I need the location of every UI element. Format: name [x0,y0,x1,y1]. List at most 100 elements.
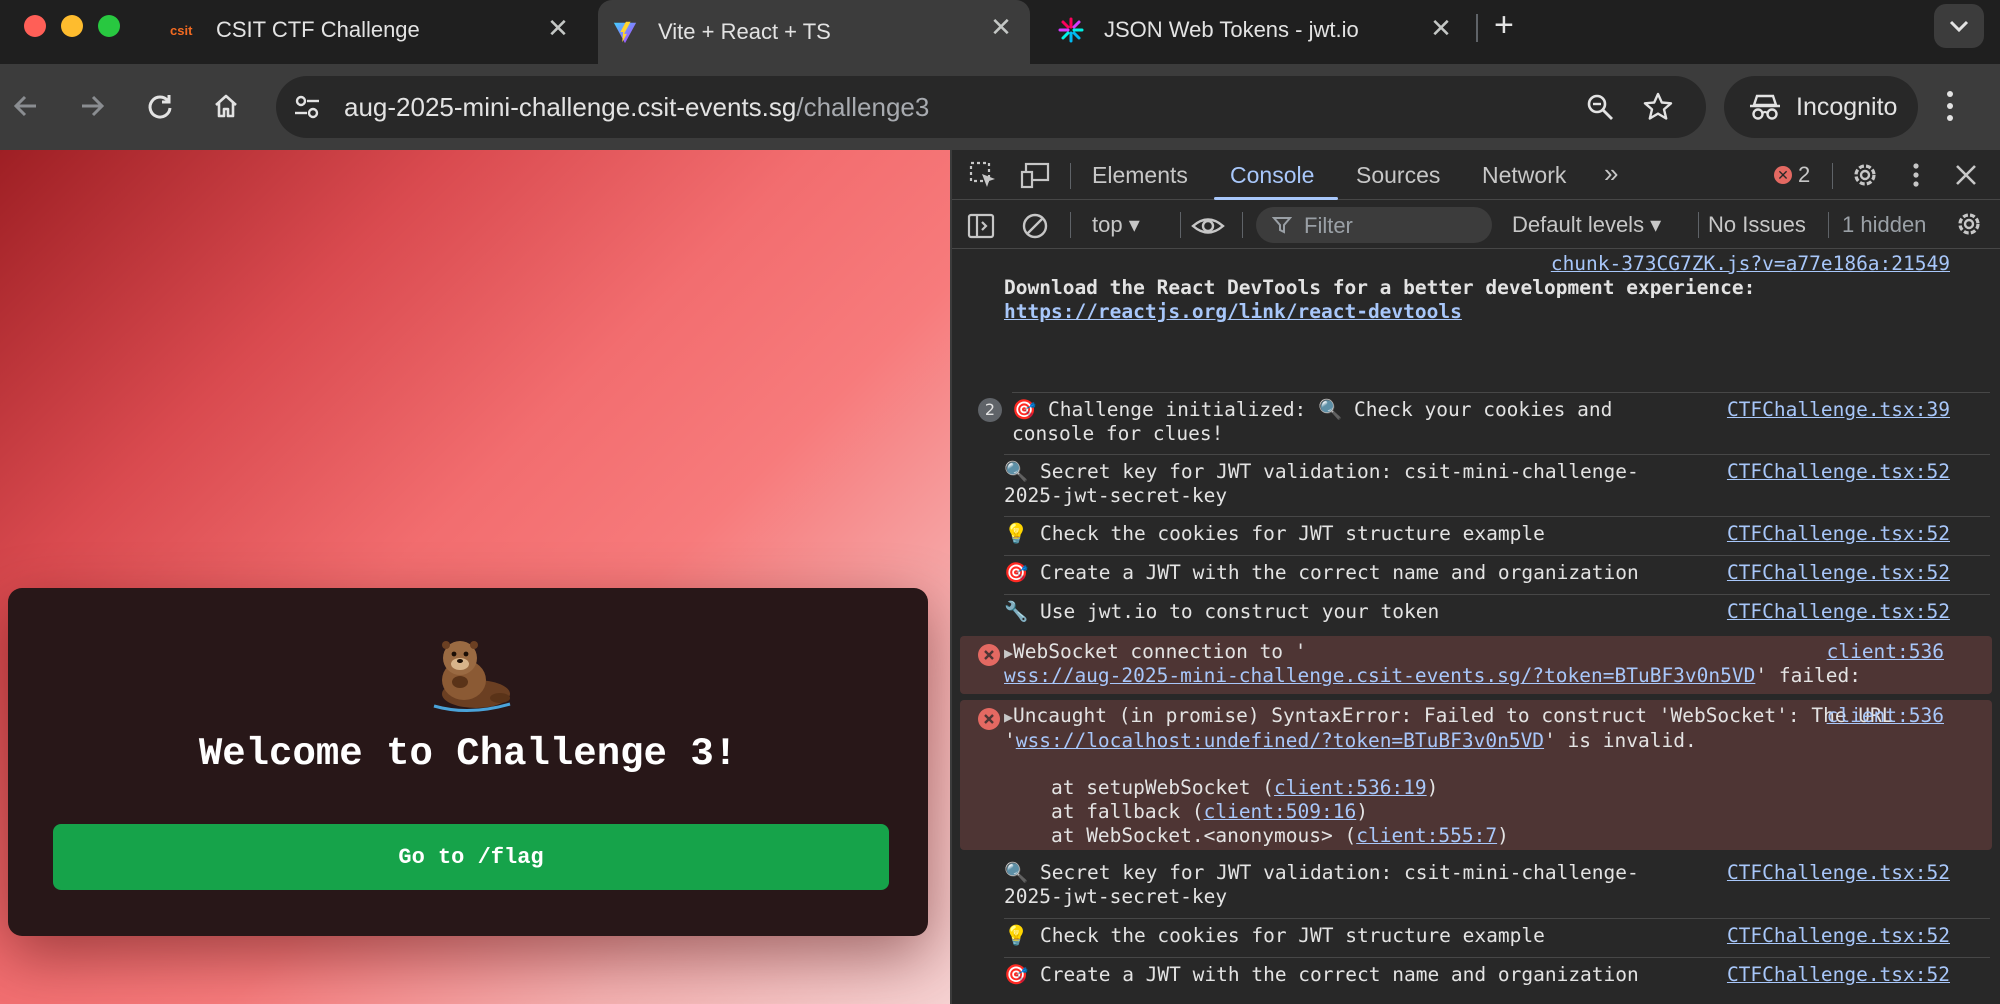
hidden-messages-count: 1 hidden [1842,212,1927,237]
url-text: aug-2025-mini-challenge.csit-events.sg/c… [344,92,930,122]
tab-network[interactable]: Network [1482,162,1566,189]
console-message: 💡 Check the cookies for JWT structure ex… [1004,516,1990,555]
tab-title: Vite + React + TS [658,19,831,44]
log-levels-dropdown[interactable]: Default levels ▾ [1512,212,1661,238]
error-icon [978,708,1000,730]
bookmark-star-icon[interactable] [1642,91,1674,128]
zoom-icon[interactable] [1585,92,1615,127]
arrow-left-icon [13,95,36,117]
console-filter-input[interactable]: Filter [1256,207,1492,243]
home-icon [215,94,237,118]
console-message: 🎯 Create a JWT with the correct name and… [1004,957,1990,996]
forward-button[interactable] [72,86,112,126]
console-message: chunk-373CG7ZK.js?v=a77e186a:21549 Downl… [1004,252,1950,323]
window-minimize-button[interactable] [61,15,83,37]
more-tabs-chevron-icon[interactable]: » [1604,158,1618,189]
more-vert-icon [1947,91,1953,121]
tab-close-icon[interactable]: ✕ [1426,13,1456,44]
page-title: Welcome to Challenge 3! [198,732,738,776]
websocket-url-link[interactable]: wss://aug-2025-mini-challenge.csit-event… [1004,664,1755,687]
tab-vite-react[interactable]: Vite + React + TS ✕ [598,0,1030,64]
go-to-flag-button[interactable]: Go to /flag [53,824,889,890]
challenge-card: Welcome to Challenge 3! Go to /flag [8,588,928,936]
source-link[interactable]: CTFChallenge.tsx:52 [1727,924,1950,948]
expand-triangle-icon[interactable]: ▶ [1004,705,1013,729]
otter-mascot-icon [424,636,514,714]
filter-funnel-icon [1272,217,1292,234]
console-toolbar: top ▾ Filter Default levels ▾ No Issues … [952,201,2000,249]
live-expression-eye-icon[interactable] [1190,211,1226,246]
tab-close-icon[interactable]: ✕ [986,12,1016,43]
site-settings-icon[interactable] [292,92,322,127]
reload-button[interactable] [140,86,180,126]
source-link[interactable]: CTFChallenge.tsx:52 [1727,561,1950,585]
active-tab-indicator [1214,197,1338,200]
source-link[interactable]: CTFChallenge.tsx:52 [1727,963,1950,987]
source-link[interactable]: CTFChallenge.tsx:39 [1727,398,1950,422]
context-selector[interactable]: top ▾ [1092,212,1140,238]
new-tab-button[interactable]: + [1494,6,1514,45]
device-toolbar-icon[interactable] [1020,160,1052,195]
tab-close-icon[interactable]: ✕ [543,13,573,44]
devtools-more-icon[interactable] [1910,160,1922,195]
sidebar-toggle-icon[interactable] [966,211,996,246]
window-zoom-button[interactable] [98,15,120,37]
clear-console-icon[interactable] [1020,211,1050,246]
devtools-tab-bar: Elements Console Sources Network » ✕ 2 [952,150,2000,200]
console-message: 🔧 Use jwt.io to construct your token CTF… [1004,594,1990,636]
inspect-element-icon[interactable] [968,160,998,195]
home-button[interactable] [206,86,246,126]
address-bar[interactable]: aug-2025-mini-challenge.csit-events.sg/c… [276,76,1706,138]
console-error-message[interactable]: ▶Uncaught (in promise) SyntaxError: Fail… [960,700,1992,850]
tab-search-button[interactable] [1934,4,1984,48]
csit-logo-icon: csit [170,17,196,43]
console-error-message[interactable]: ▶WebSocket connection to ' wss://aug-202… [960,636,1992,694]
incognito-indicator[interactable]: Incognito [1724,76,1918,138]
source-link[interactable]: CTFChallenge.tsx:52 [1727,861,1950,885]
svg-text:csit: csit [170,23,193,38]
source-link[interactable]: CTFChallenge.tsx:52 [1727,460,1950,484]
error-icon [978,644,1000,666]
console-message: 🎯 Create a JWT with the correct name and… [1004,555,1990,594]
error-counter[interactable]: ✕ 2 [1774,162,1810,188]
tab-elements[interactable]: Elements [1092,162,1188,189]
source-link[interactable]: chunk-373CG7ZK.js?v=a77e186a:21549 [1551,252,1950,276]
close-devtools-icon[interactable] [1952,160,1980,195]
page-viewport: Welcome to Challenge 3! Go to /flag [0,150,950,1004]
browser-toolbar: aug-2025-mini-challenge.csit-events.sg/c… [0,64,2000,150]
tab-title: JSON Web Tokens - jwt.io [1104,17,1359,42]
tab-jwt-io[interactable]: JSON Web Tokens - jwt.io ✕ [1058,0,1458,60]
console-message: 💡 Check the cookies for JWT structure ex… [1004,918,1990,957]
source-link[interactable]: CTFChallenge.tsx:52 [1727,600,1950,624]
error-icon: ✕ [1774,166,1792,184]
tab-console[interactable]: Console [1230,162,1314,189]
issues-counter[interactable]: No Issues [1708,212,1806,238]
arrow-right-icon [82,95,105,117]
devtools-panel: Elements Console Sources Network » ✕ 2 t… [950,150,2000,1004]
tab-strip: csit CSIT CTF Challenge ✕ Vite + React +… [0,0,2000,64]
incognito-label: Incognito [1796,92,1898,121]
source-link[interactable]: client:536 [1827,640,1944,664]
console-message: 🔍 Secret key for JWT validation: csit-mi… [1004,861,1950,908]
console-message: 🔍 Secret key for JWT validation: csit-mi… [1004,454,1990,516]
tab-csit-ctf[interactable]: csit CSIT CTF Challenge ✕ [170,0,590,60]
console-settings-gear-icon[interactable] [1954,209,1984,244]
vite-logo-icon [612,19,638,45]
back-button[interactable] [6,86,46,126]
source-link[interactable]: CTFChallenge.tsx:52 [1727,522,1950,546]
jwt-logo-icon [1058,17,1084,43]
window-close-button[interactable] [24,15,46,37]
reload-icon [148,95,172,119]
console-output: chunk-373CG7ZK.js?v=a77e186a:21549 Downl… [952,250,2000,1004]
browser-menu-button[interactable] [1944,84,1956,133]
settings-gear-icon[interactable] [1850,160,1880,195]
source-link[interactable]: client:536 [1827,704,1944,728]
tab-sources[interactable]: Sources [1356,162,1440,189]
expand-triangle-icon[interactable]: ▶ [1004,641,1013,665]
tab-separator [1476,14,1478,42]
chevron-down-icon [1949,20,1969,33]
localhost-url-link[interactable]: wss://localhost:undefined/?token=BTuBF3v… [1016,729,1544,752]
tab-title: CSIT CTF Challenge [216,17,420,42]
incognito-icon [1750,94,1780,120]
react-devtools-link[interactable]: https://reactjs.org/link/react-devtools [1004,300,1462,323]
